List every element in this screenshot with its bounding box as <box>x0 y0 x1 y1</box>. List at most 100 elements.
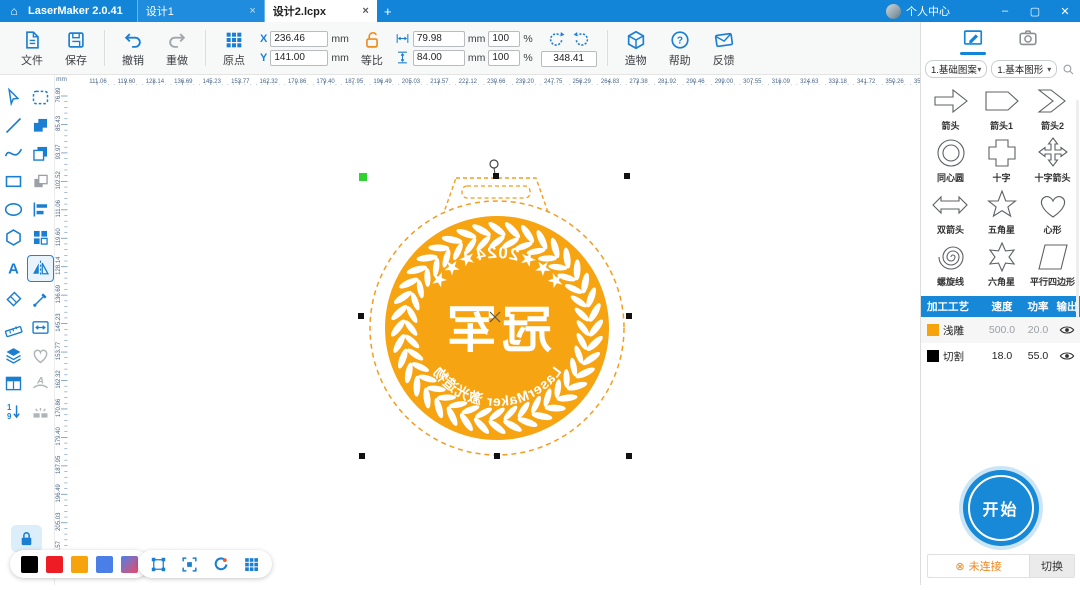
category-dropdown-1[interactable]: 1.基础图案 ▾ <box>925 60 987 78</box>
create-button[interactable]: 造物 <box>614 29 658 68</box>
snap-hook-icon[interactable] <box>211 555 230 574</box>
boolean-union-icon[interactable] <box>30 115 51 136</box>
tab-design1[interactable]: 设计1 × <box>137 0 265 22</box>
shape-concentric-circles[interactable]: 同心圆 <box>925 136 976 184</box>
file-button[interactable]: 文件 <box>10 29 54 68</box>
dimension-icon[interactable] <box>30 317 51 338</box>
user-center-label[interactable]: 个人中心 <box>906 3 950 19</box>
eraser-tool-icon[interactable] <box>3 289 24 310</box>
table-tool-icon[interactable] <box>3 373 24 394</box>
lock-tool-selected[interactable] <box>11 525 42 552</box>
weld-icon[interactable] <box>30 401 51 422</box>
flip-horizontal-tool-selected[interactable] <box>27 255 54 282</box>
line-tool-icon[interactable] <box>3 115 24 136</box>
tab-close-icon[interactable]: × <box>362 5 368 17</box>
color-swatch[interactable] <box>21 556 38 573</box>
grid-view-icon[interactable] <box>242 555 261 574</box>
x-input[interactable] <box>270 31 328 47</box>
shape-library: 箭头 箭头1 箭头2 同心圆 十字 十字箭头 双箭头 五角星 <box>921 82 1080 288</box>
help-button[interactable]: ? 帮助 <box>658 29 702 68</box>
color-swatch[interactable] <box>96 556 113 573</box>
layers-icon[interactable] <box>3 345 24 366</box>
select-tool-icon[interactable] <box>3 87 24 108</box>
feedback-icon <box>713 29 735 51</box>
maximize-button[interactable]: ▢ <box>1020 5 1050 18</box>
search-icon[interactable] <box>1061 61 1076 78</box>
sort-order-icon[interactable]: 19 <box>3 401 24 422</box>
measure-tool-icon[interactable] <box>3 317 24 338</box>
origin-button[interactable]: 原点 <box>212 29 256 68</box>
svg-text:A: A <box>8 261 19 277</box>
color-swatch[interactable] <box>71 556 88 573</box>
shape-spiral[interactable]: 螺旋线 <box>925 240 976 288</box>
scrollbar[interactable] <box>1076 100 1079 318</box>
height-input[interactable] <box>413 50 465 66</box>
shape-double-arrow[interactable]: 双箭头 <box>925 188 976 236</box>
new-tab-button[interactable]: + <box>377 4 399 19</box>
redo-button[interactable]: 重做 <box>155 29 199 68</box>
svg-text:76.89: 76.89 <box>56 87 62 103</box>
align-icon[interactable] <box>30 199 51 220</box>
svg-text:93.97: 93.97 <box>56 144 62 160</box>
shape-arrow[interactable]: 箭头 <box>925 84 976 132</box>
shape-arrow1[interactable]: 箭头1 <box>976 84 1027 132</box>
grid-blocks-icon[interactable] <box>30 227 51 248</box>
node-edit-icon[interactable] <box>30 289 51 310</box>
undo-button[interactable]: 撤销 <box>111 29 155 68</box>
save-button[interactable]: 保存 <box>54 29 98 68</box>
output-visible-icon[interactable] <box>1059 323 1075 337</box>
transform-frame-icon[interactable] <box>149 555 168 574</box>
rotate-ccw-icon[interactable] <box>547 30 566 49</box>
boolean-subtract-icon[interactable] <box>30 171 51 192</box>
process-row-cut[interactable]: 切割 18.0 55.0 <box>921 343 1080 369</box>
polygon-tool-icon[interactable] <box>3 227 24 248</box>
heart-tool-icon[interactable] <box>30 345 51 366</box>
connection-status[interactable]: ⊗ 未连接 <box>928 558 1029 574</box>
height-percent-input[interactable] <box>488 50 520 66</box>
angle-input[interactable] <box>541 51 597 67</box>
output-visible-icon[interactable] <box>1059 349 1075 363</box>
process-row-engrave[interactable]: 浅雕 500.0 20.0 <box>921 317 1080 343</box>
text-tool-icon[interactable]: A <box>3 258 24 279</box>
shape-parallelogram[interactable]: 平行四边形 <box>1027 240 1078 288</box>
rotation-handle[interactable] <box>490 160 498 168</box>
shape-heart[interactable]: 心形 <box>1027 188 1078 236</box>
marquee-select-icon[interactable] <box>30 87 51 108</box>
rotate-cw-icon[interactable] <box>572 30 591 49</box>
feedback-button[interactable]: 反馈 <box>702 29 746 68</box>
category-dropdown-2[interactable]: 1.基本图形 ▾ <box>991 60 1057 78</box>
tab-pattern-library[interactable] <box>961 27 985 49</box>
ellipse-tool-icon[interactable] <box>3 199 24 220</box>
rectangle-tool-icon[interactable] <box>3 171 24 192</box>
start-button[interactable]: 开始 <box>963 470 1039 546</box>
width-percent-input[interactable] <box>488 31 520 47</box>
shape-star6[interactable]: 六角星 <box>976 240 1027 288</box>
switch-device-button[interactable]: 切换 <box>1029 555 1074 577</box>
tab-design2[interactable]: 设计2.lcpx × <box>265 0 377 22</box>
tab-camera[interactable] <box>1016 27 1040 49</box>
shape-star5[interactable]: 五角星 <box>976 188 1027 236</box>
curve-tool-icon[interactable] <box>3 143 24 164</box>
svg-text:128.14: 128.14 <box>56 256 62 275</box>
origin-handle[interactable] <box>359 173 367 181</box>
medal-title-text: 冠军 <box>442 302 552 358</box>
shape-cross-arrows[interactable]: 十字箭头 <box>1027 136 1078 184</box>
width-input[interactable] <box>413 31 465 47</box>
home-icon[interactable]: ⌂ <box>0 4 28 18</box>
tab-close-icon[interactable]: × <box>249 5 255 17</box>
focus-scan-icon[interactable] <box>180 555 199 574</box>
shape-cross[interactable]: 十字 <box>976 136 1027 184</box>
ratio-lock-button[interactable]: 等比 <box>353 29 391 68</box>
svg-text:205.03: 205.03 <box>56 512 62 531</box>
y-input[interactable] <box>270 50 328 66</box>
color-swatch[interactable] <box>121 556 138 573</box>
text-path-icon[interactable]: A <box>30 373 51 394</box>
avatar[interactable] <box>886 4 901 19</box>
color-swatch[interactable] <box>46 556 63 573</box>
minimize-button[interactable]: – <box>990 5 1020 17</box>
close-button[interactable]: ✕ <box>1050 5 1080 18</box>
design-canvas[interactable]: ★★★2024★★★ 冠军 LaserMaker 激光造物 <box>68 85 920 585</box>
medal-body[interactable]: ★★★2024★★★ 冠军 LaserMaker 激光造物 <box>370 201 624 455</box>
shape-arrow2[interactable]: 箭头2 <box>1027 84 1078 132</box>
duplicate-icon[interactable] <box>30 143 51 164</box>
